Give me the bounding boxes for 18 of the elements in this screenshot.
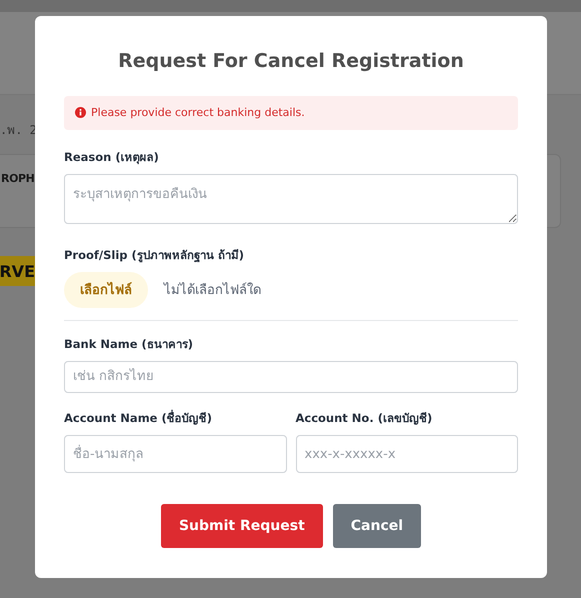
card-title: ROPH — [1, 172, 34, 184]
submit-button[interactable]: Submit Request — [160, 504, 323, 548]
choose-file-button[interactable]: เลือกไฟล์ — [64, 272, 148, 308]
reason-field[interactable]: ระบุสาเหตุการขอคืนเงิน — [64, 174, 518, 224]
cancel-button[interactable]: Cancel — [332, 504, 422, 548]
field-label: Reason (เหตุผล) — [64, 148, 160, 166]
info-icon — [75, 107, 86, 118]
status-badge: RVE — [0, 256, 35, 286]
bank-name-field[interactable]: เช่น กสิกรไทย — [64, 360, 518, 393]
account-name-field[interactable]: ชื่อ-นามสกุล — [64, 435, 286, 473]
error-message: Please provide correct banking details. — [91, 106, 305, 120]
field-label: Bank Name (ธนาคาร) — [64, 336, 194, 353]
account-number-field[interactable]: xxx-x-xxxxx-x — [296, 435, 518, 473]
file-status: ไม่ได้เลือกไฟล์ใด — [164, 281, 261, 300]
field-label: Proof/Slip (รูปภาพหลักฐาน ถ้ามี) — [64, 246, 246, 264]
field-label: Account Name (ชื่อบัญชี) — [64, 409, 213, 427]
field-label: Account No. (เลขบัญชี) — [296, 410, 434, 427]
dialog-title: Request For Cancel Registration — [117, 50, 465, 72]
